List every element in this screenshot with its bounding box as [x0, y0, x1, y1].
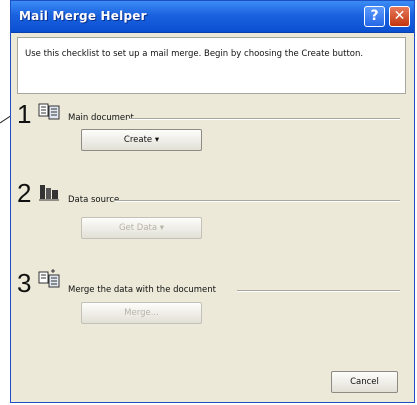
get-data-button[interactable]: Get Data ▾ [81, 217, 202, 239]
close-button[interactable]: ✕ [389, 6, 410, 27]
step-3-number: 3 [17, 268, 32, 298]
step-3-label: Merge the data with the document [68, 285, 217, 295]
dialog-content: Use this checklist to set up a mail merg… [17, 37, 406, 399]
step-2-number: 2 [17, 178, 32, 208]
merge-button[interactable]: Merge... [81, 302, 202, 324]
step-1-number: 1 [17, 99, 32, 129]
step-1-divider [129, 118, 400, 120]
step-2-label: Data source [68, 195, 120, 205]
mail-merge-helper-dialog: Mail Merge Helper ? ✕ Use this checklist… [10, 0, 415, 403]
data-source-icon [39, 185, 59, 201]
instructions-text: Use this checklist to set up a mail merg… [25, 49, 364, 59]
window-title: Mail Merge Helper [19, 9, 147, 23]
step-2-divider [115, 200, 400, 202]
main-document-icon [38, 103, 60, 120]
help-icon: ? [370, 8, 379, 24]
cancel-button[interactable]: Cancel [331, 371, 398, 393]
step-3-divider [237, 290, 400, 292]
instructions-box: Use this checklist to set up a mail merg… [17, 37, 406, 94]
step-1-label: Main document [68, 113, 134, 123]
help-button[interactable]: ? [364, 6, 385, 27]
merge-icon [38, 269, 60, 288]
close-icon: ✕ [393, 8, 406, 24]
title-bar[interactable]: Mail Merge Helper ? ✕ [11, 1, 414, 33]
create-button[interactable]: Create ▾ [81, 129, 202, 151]
